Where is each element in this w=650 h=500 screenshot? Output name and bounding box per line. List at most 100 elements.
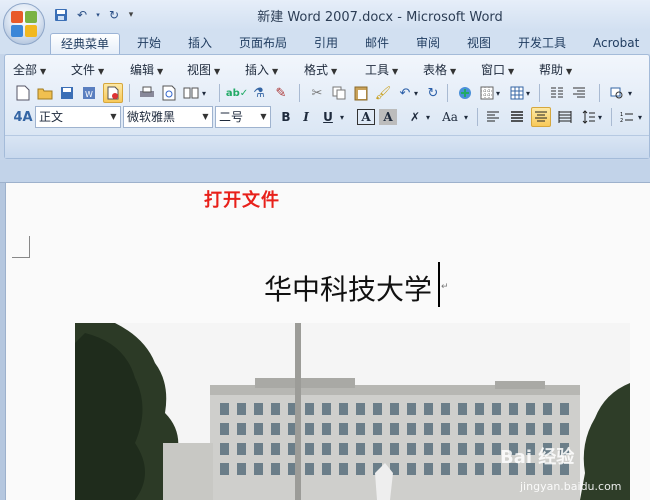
redo-icon[interactable]: ↻ (423, 83, 443, 103)
permission-icon[interactable] (103, 83, 123, 103)
chevron-down-icon[interactable]: ▾ (423, 107, 433, 127)
menu-insert[interactable]: 插入 ▼ (245, 61, 278, 78)
print-preview-icon[interactable] (159, 83, 179, 103)
align-center-active-icon[interactable] (531, 107, 551, 127)
embedded-photo[interactable] (75, 323, 630, 500)
menu-tools-label: 工具 (365, 63, 390, 77)
format-painter-icon[interactable]: 🖌 (373, 83, 393, 103)
style-select-value: 正文 (39, 110, 64, 124)
tab-references[interactable]: 引用 (314, 33, 338, 54)
font-size-select[interactable]: 二号 ▼ (215, 106, 271, 128)
tab-review[interactable]: 审阅 (416, 33, 440, 54)
clear-formatting-icon[interactable]: ✗ (405, 107, 425, 127)
ruler (0, 160, 650, 183)
toolbar-separator (299, 84, 300, 102)
menu-all-label: 全部 (13, 63, 38, 77)
chevron-down-icon[interactable]: ▾ (337, 107, 347, 127)
ribbon-footer (5, 135, 649, 158)
italic-button[interactable]: I (297, 107, 315, 127)
spelling-icon[interactable]: ab✓ (226, 83, 248, 103)
tab-insert[interactable]: 插入 (188, 33, 212, 54)
columns-icon[interactable] (547, 83, 567, 103)
new-document-icon[interactable] (13, 83, 33, 103)
chevron-down-icon[interactable]: ▾ (523, 83, 533, 103)
bold-button[interactable]: B (277, 107, 295, 127)
style-select[interactable]: 正文 ▼ (35, 106, 121, 128)
justify-icon[interactable] (555, 107, 575, 127)
numbering-icon[interactable]: 12 (617, 107, 637, 127)
zoom-icon[interactable] (607, 83, 627, 103)
tab-developer[interactable]: 开发工具 (518, 33, 566, 54)
copy-icon[interactable] (329, 83, 349, 103)
menu-window[interactable]: 窗口 ▼ (481, 61, 514, 78)
chevron-down-icon: ▼ (157, 67, 164, 76)
tab-classic-menu[interactable]: 经典菜单 (50, 33, 121, 54)
open-folder-icon[interactable] (35, 83, 55, 103)
chevron-down-icon[interactable]: ▾ (493, 83, 503, 103)
chevron-down-icon: ▼ (508, 67, 515, 76)
align-left-icon[interactable] (483, 107, 503, 127)
chevron-down-icon[interactable]: ▾ (199, 83, 209, 103)
chevron-down-icon: ▼ (392, 67, 399, 76)
chevron-down-icon[interactable]: ▾ (635, 107, 645, 127)
research-icon[interactable]: ⚗ (249, 83, 269, 103)
print-icon[interactable] (137, 83, 157, 103)
hyperlink-icon[interactable] (455, 83, 475, 103)
save-icon[interactable] (57, 83, 77, 103)
align-center-icon[interactable] (507, 107, 527, 127)
chevron-down-icon[interactable]: ▾ (461, 107, 471, 127)
ribbon-tab-bar: 经典菜单 开始 插入 页面布局 引用 邮件 审阅 视图 开发工具 Acrobat (0, 30, 650, 54)
menu-format-label: 格式 (304, 63, 329, 77)
chevron-down-icon: ▼ (450, 67, 457, 76)
building-photo (75, 323, 630, 500)
menu-view-label: 视图 (187, 63, 212, 77)
translate-icon[interactable]: ✎ (271, 83, 291, 103)
menu-table[interactable]: 表格 ▼ (423, 61, 456, 78)
office-logo-icon (11, 11, 37, 37)
menu-view[interactable]: 视图 ▼ (187, 61, 220, 78)
tab-view[interactable]: 视图 (467, 33, 491, 54)
cut-icon[interactable]: ✂ (307, 83, 327, 103)
classic-menu-bar: 全部 ▼ 文件 ▼ 编辑 ▼ 视图 ▼ 插入 ▼ 格式 ▼ 工具 ▼ 表格 ▼ 窗口 ▼ 帮助 ▼ (9, 59, 645, 79)
chevron-down-icon: ▼ (98, 67, 105, 76)
chevron-down-icon: ▼ (40, 67, 47, 76)
chevron-down-icon: ▼ (110, 112, 117, 121)
chevron-down-icon[interactable]: ▾ (595, 107, 605, 127)
menu-all[interactable]: 全部 ▼ (13, 61, 46, 78)
formatting-toolbar: 4A 正文 ▼ 微软雅黑 ▼ 二号 ▼ B I U ▾ A A ✗ ▾ Aa ▾ (9, 105, 645, 129)
chevron-down-icon: ▼ (272, 67, 279, 76)
menu-window-label: 窗口 (481, 63, 506, 77)
office-button[interactable] (3, 3, 45, 45)
font-select[interactable]: 微软雅黑 ▼ (123, 106, 213, 128)
window-title: 新建 Word 2007.docx - Microsoft Word (257, 10, 503, 25)
chevron-down-icon[interactable]: ▾ (411, 83, 421, 103)
underline-button[interactable]: U (319, 107, 337, 127)
save-as-icon[interactable]: W (79, 83, 99, 103)
document-heading[interactable]: 华中科技大学 (264, 268, 432, 308)
menu-edit[interactable]: 编辑 ▼ (130, 61, 163, 78)
tab-home[interactable]: 开始 (137, 33, 161, 54)
menu-tools[interactable]: 工具 ▼ (365, 61, 398, 78)
menu-insert-label: 插入 (245, 63, 270, 77)
show-hide-icon[interactable] (569, 83, 589, 103)
text-cursor (438, 262, 440, 307)
menu-format[interactable]: 格式 ▼ (304, 61, 337, 78)
menu-table-label: 表格 (423, 63, 448, 77)
tab-page-layout[interactable]: 页面布局 (239, 33, 287, 54)
read-mode-icon[interactable] (181, 83, 201, 103)
title-bar: ↶ ▾ ↻ ▾ 新建 Word 2007.docx - Microsoft Wo… (0, 0, 650, 45)
menu-help[interactable]: 帮助 ▼ (539, 61, 572, 78)
tab-acrobat[interactable]: Acrobat (593, 33, 639, 54)
menu-file[interactable]: 文件 ▼ (71, 61, 104, 78)
character-shading-button[interactable]: A (379, 109, 397, 125)
toolbar-separator (129, 84, 130, 102)
change-case-button[interactable]: Aa (439, 107, 461, 127)
styles-icon[interactable]: 4A (13, 107, 33, 127)
toolbar-separator (599, 84, 600, 102)
chevron-down-icon: ▼ (260, 112, 267, 121)
toolbar-separator (477, 108, 478, 126)
tab-mailings[interactable]: 邮件 (365, 33, 389, 54)
chevron-down-icon[interactable]: ▾ (625, 83, 635, 103)
character-border-button[interactable]: A (357, 109, 375, 125)
paste-icon[interactable] (351, 83, 371, 103)
